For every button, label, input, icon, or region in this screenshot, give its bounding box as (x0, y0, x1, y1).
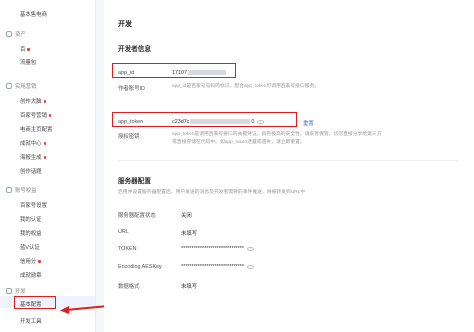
tools-icon (6, 83, 12, 89)
sidebar: 基本售电商 资产 百 流量包 实用营销 创作大脑 百家号营销 电商主页配置 成就… (0, 0, 96, 332)
new-dot-icon (43, 100, 47, 103)
reset-token-link[interactable]: 重置 (303, 119, 314, 127)
new-dot-icon (48, 114, 52, 117)
highlight-box-basic-config (14, 296, 56, 309)
highlight-box-app-id (112, 63, 236, 78)
wallet-icon (6, 31, 12, 37)
main-panel (104, 0, 474, 332)
data-format-label: 数据格式 (118, 284, 140, 290)
eye-icon[interactable] (246, 246, 254, 251)
sidebar-group-practical[interactable]: 实用营销 (6, 82, 37, 90)
sidebar-item-blue-v[interactable]: 蓝V认证 (20, 243, 40, 251)
page-title: 开发 (118, 21, 132, 28)
sidebar-group-dev[interactable]: 开发 (6, 287, 26, 295)
sidebar-item-credit[interactable]: 信用分 (20, 257, 41, 265)
new-dot-icon (27, 48, 30, 51)
sidebar-item-topics[interactable]: 创作话题 (20, 167, 42, 175)
url-label: URL (118, 229, 129, 235)
server-config-desc: 启用并设置服务器配置后，用户发送的消息及开发者需要的事件推送，将被转发到URL中 (118, 190, 306, 195)
section-divider (118, 160, 458, 161)
red-arrow-icon (60, 305, 109, 314)
author-id-desc: app_id是百家号号码的标识，配合app_token可调用百家号接口服务。 (172, 84, 320, 89)
sidebar-item-my-verification[interactable]: 我的认证 (20, 215, 42, 223)
aes-key-value: ****************************** (181, 264, 254, 270)
sidebar-item-my-rights[interactable]: 我的权益 (20, 229, 42, 237)
sidebar-item-creative-brain[interactable]: 创作大脑 (20, 97, 47, 105)
sidebar-group-account[interactable]: 账号权益 (6, 186, 37, 194)
aes-key-label: Encoding AESKey (118, 264, 162, 270)
data-format-value: 未填写 (181, 284, 198, 290)
token-value: ****************************** (181, 246, 254, 252)
author-id-label: 作者账号ID (118, 86, 145, 92)
sidebar-item-achievement[interactable]: 成就中心 (20, 139, 47, 147)
sidebar-item-poster[interactable]: 海报生成 (20, 153, 47, 161)
dev-info-title: 开发者信息 (118, 46, 151, 53)
highlight-box-app-token (112, 112, 297, 127)
sidebar-item-assets-1[interactable]: 百 (20, 45, 30, 53)
auth-key-desc: app_token是调用百家号接口的关键凭证，具有极高的安全性。请妥善保管，切勿… (172, 132, 382, 145)
sidebar-item-dev-tools[interactable]: 开发工具 (20, 317, 42, 325)
token-label: TOKEN (118, 246, 137, 252)
new-dot-icon (38, 260, 41, 263)
server-status-label: 服务器配置状态 (118, 213, 156, 219)
user-icon (6, 187, 12, 193)
sidebar-item-basic-seller[interactable]: 基本售电商 (20, 10, 47, 18)
sidebar-group-assets[interactable]: 资产 (6, 30, 26, 38)
new-dot-icon (43, 142, 47, 145)
sidebar-item-settings[interactable]: 百家号设置 (20, 201, 47, 209)
sidebar-item-traffic-pack[interactable]: 流量包 (20, 58, 36, 66)
sidebar-item-baijia-marketing[interactable]: 百家号营销 (20, 111, 52, 119)
server-config-title: 服务器配置 (118, 178, 151, 185)
new-dot-icon (43, 156, 47, 159)
sidebar-item-shop-config[interactable]: 电商主页配置 (20, 125, 52, 133)
eye-icon[interactable] (246, 264, 254, 269)
server-status-value: 关闭 (181, 213, 192, 219)
auth-key-label: 授权密钥 (118, 134, 140, 140)
page-root: 基本售电商 资产 百 流量包 实用营销 创作大脑 百家号营销 电商主页配置 成就… (0, 0, 474, 332)
sidebar-item-medals[interactable]: 成就勋章 (20, 271, 42, 279)
code-icon (6, 288, 12, 294)
url-value: 未填写 (181, 231, 198, 237)
